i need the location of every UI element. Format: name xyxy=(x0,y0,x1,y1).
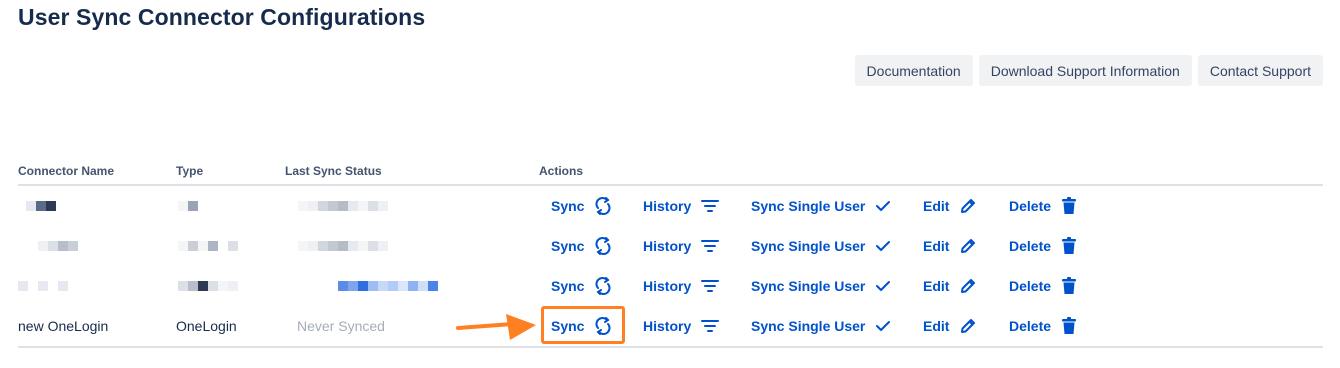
redacted-status xyxy=(298,226,388,266)
redacted-type xyxy=(178,186,198,226)
delete-action[interactable]: Delete xyxy=(1009,186,1077,226)
sync-single-user-action[interactable]: Sync Single User xyxy=(751,226,891,266)
connector-name: new OneLogin xyxy=(18,318,109,334)
delete-label: Delete xyxy=(1009,238,1052,254)
check-icon xyxy=(875,199,891,213)
redacted-status xyxy=(338,266,438,306)
download-support-information-button[interactable]: Download Support Information xyxy=(978,55,1192,86)
history-action[interactable]: History xyxy=(643,226,720,266)
sync-single-user-action[interactable]: Sync Single User xyxy=(751,306,891,346)
redacted-connector-name xyxy=(26,186,56,226)
highlight-box xyxy=(541,306,625,344)
connector-type: OneLogin xyxy=(176,318,237,334)
toolbar: Documentation Download Support Informati… xyxy=(854,55,1323,86)
edit-action[interactable]: Edit xyxy=(923,306,977,346)
refresh-icon xyxy=(594,237,612,255)
history-label: History xyxy=(643,318,692,334)
sync-action[interactable]: Sync xyxy=(551,266,612,306)
column-header-actions: Actions xyxy=(539,164,584,178)
sync-label: Sync xyxy=(551,278,585,294)
pencil-icon xyxy=(959,317,977,335)
contact-support-button[interactable]: Contact Support xyxy=(1197,55,1323,86)
trash-icon xyxy=(1061,197,1077,215)
delete-action[interactable]: Delete xyxy=(1009,266,1077,306)
column-header-type: Type xyxy=(176,164,204,178)
edit-label: Edit xyxy=(923,198,950,214)
pencil-icon xyxy=(959,237,977,255)
delete-label: Delete xyxy=(1009,318,1052,334)
table-row: new OneLogin OneLogin Never Synced Sync … xyxy=(18,306,1323,348)
redacted-type xyxy=(178,226,238,266)
sync-label: Sync xyxy=(551,238,585,254)
sync-single-user-label: Sync Single User xyxy=(751,198,866,214)
history-action[interactable]: History xyxy=(643,266,720,306)
pencil-icon xyxy=(959,277,977,295)
filter-lines-icon xyxy=(701,199,720,213)
trash-icon xyxy=(1061,237,1077,255)
sync-single-user-label: Sync Single User xyxy=(751,318,866,334)
redacted-connector-name xyxy=(18,266,68,306)
annotation-arrow-icon xyxy=(456,314,536,340)
edit-action[interactable]: Edit xyxy=(923,266,977,306)
edit-action[interactable]: Edit xyxy=(923,226,977,266)
pencil-icon xyxy=(959,197,977,215)
redacted-connector-name xyxy=(38,226,78,266)
sync-single-user-action[interactable]: Sync Single User xyxy=(751,266,891,306)
trash-icon xyxy=(1061,277,1077,295)
history-label: History xyxy=(643,198,692,214)
sync-label: Sync xyxy=(551,198,585,214)
delete-label: Delete xyxy=(1009,278,1052,294)
history-label: History xyxy=(643,238,692,254)
column-header-last-sync-status: Last Sync Status xyxy=(285,164,382,178)
edit-label: Edit xyxy=(923,278,950,294)
edit-action[interactable]: Edit xyxy=(923,186,977,226)
filter-lines-icon xyxy=(701,319,720,333)
redacted-type xyxy=(178,266,238,306)
delete-label: Delete xyxy=(1009,198,1052,214)
sync-single-user-action[interactable]: Sync Single User xyxy=(751,186,891,226)
refresh-icon xyxy=(594,197,612,215)
delete-action[interactable]: Delete xyxy=(1009,226,1077,266)
trash-icon xyxy=(1061,317,1077,335)
delete-action[interactable]: Delete xyxy=(1009,306,1077,346)
check-icon xyxy=(875,319,891,333)
table-row: Sync History Sync Single User Edit Delet… xyxy=(18,226,1323,266)
filter-lines-icon xyxy=(701,239,720,253)
history-label: History xyxy=(643,278,692,294)
history-action[interactable]: History xyxy=(643,306,720,346)
redacted-status xyxy=(298,186,388,226)
refresh-icon xyxy=(594,277,612,295)
last-sync-status: Never Synced xyxy=(297,318,385,334)
sync-single-user-label: Sync Single User xyxy=(751,278,866,294)
history-action[interactable]: History xyxy=(643,186,720,226)
sync-action[interactable]: Sync xyxy=(551,226,612,266)
table-header: Connector Name Type Last Sync Status Act… xyxy=(18,160,1323,186)
check-icon xyxy=(875,239,891,253)
column-header-connector-name: Connector Name xyxy=(18,164,115,178)
table-row: Sync History Sync Single User Edit Delet… xyxy=(18,186,1323,226)
filter-lines-icon xyxy=(701,279,720,293)
sync-action[interactable]: Sync xyxy=(551,186,612,226)
documentation-button[interactable]: Documentation xyxy=(854,55,973,86)
connectors-table: Connector Name Type Last Sync Status Act… xyxy=(18,160,1323,348)
edit-label: Edit xyxy=(923,238,950,254)
sync-single-user-label: Sync Single User xyxy=(751,238,866,254)
edit-label: Edit xyxy=(923,318,950,334)
table-row: Sync History Sync Single User Edit Delet… xyxy=(18,266,1323,306)
check-icon xyxy=(875,279,891,293)
page-title: User Sync Connector Configurations xyxy=(18,4,426,30)
